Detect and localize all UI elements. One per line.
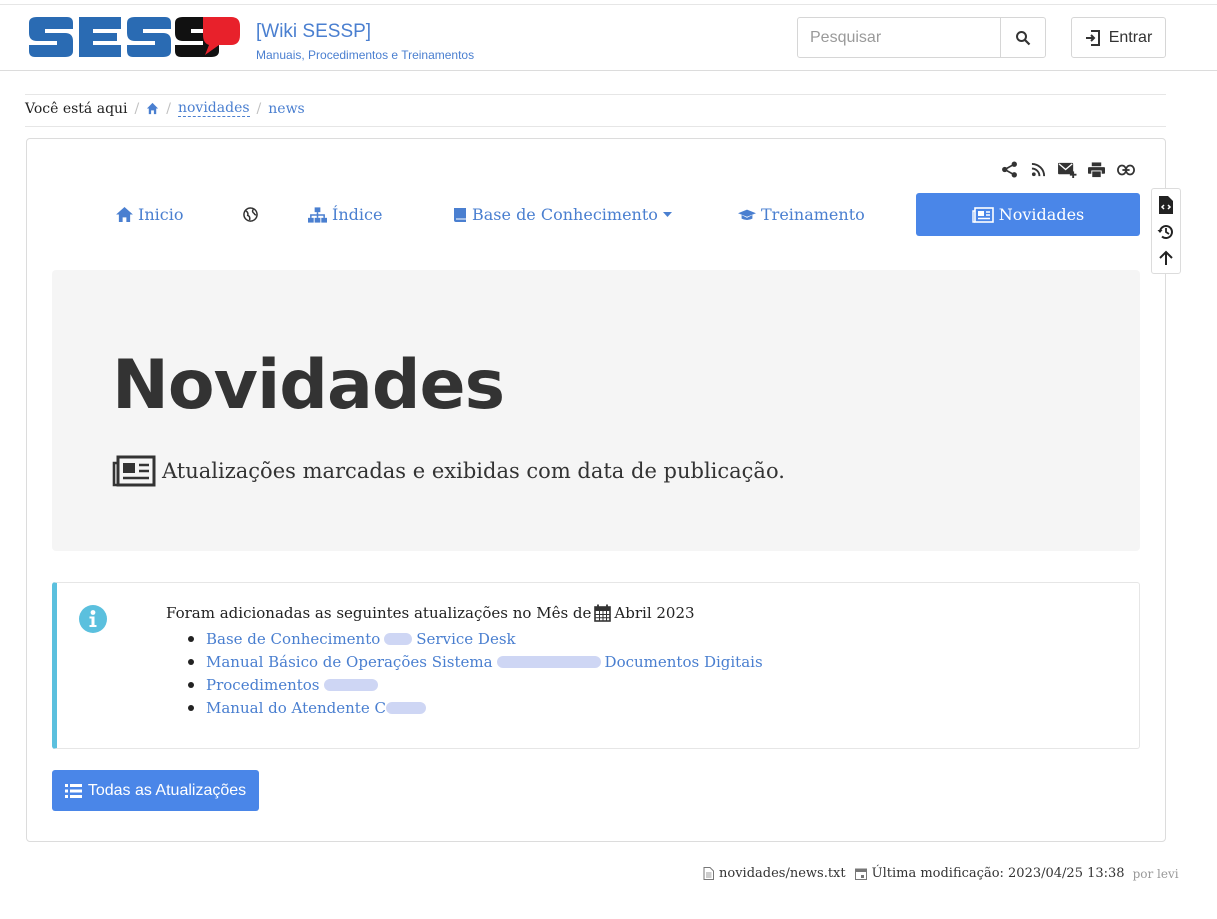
update-item-suffix: Documentos Digitais	[604, 652, 763, 671]
home-icon[interactable]	[146, 102, 159, 115]
nav-item-indice[interactable]: Índice	[308, 193, 382, 236]
breadcrumb-separator: /	[166, 100, 171, 117]
hero-subtitle-text: Atualizações marcadas e exibidas com dat…	[162, 459, 785, 483]
globe-icon	[243, 207, 258, 222]
footer-last-modified: Última modificação: 2023/04/25 13:38	[871, 866, 1125, 881]
footer-file: novidades/news.txt	[719, 866, 846, 881]
history-icon[interactable]	[1157, 223, 1175, 241]
breadcrumb-item-news[interactable]: news	[268, 101, 304, 117]
login-button[interactable]: Entrar	[1071, 17, 1166, 58]
update-item-procedimentos[interactable]: Procedimentos	[188, 673, 763, 696]
link-icon[interactable]	[1116, 160, 1135, 179]
print-icon[interactable]	[1087, 160, 1106, 179]
footer-author: por levi	[1132, 866, 1179, 881]
site-tagline: Manuais, Procedimentos e Treinamentos	[256, 48, 475, 62]
nav-item-base-conhecimento[interactable]: Base de Conhecimento	[453, 193, 672, 236]
nav-item-inicio[interactable]: Inicio	[116, 193, 183, 236]
breadcrumb: Você está aqui / / novidades / news	[25, 100, 305, 117]
calendar-icon	[854, 868, 867, 880]
breadcrumb-top-divider	[25, 94, 1166, 95]
search-icon	[1016, 30, 1031, 45]
update-item-base-conhecimento[interactable]: Base de Conhecimento Service Desk	[188, 627, 763, 650]
home-icon	[116, 207, 133, 222]
sitemap-icon	[308, 206, 327, 223]
nav-label-base-conhecimento: Base de Conhecimento	[472, 205, 658, 224]
graduation-cap-icon	[738, 209, 756, 220]
update-item-label: Base de Conhecimento	[206, 629, 381, 648]
search-button[interactable]	[1000, 17, 1046, 58]
update-item-label: Manual do Atendente C	[206, 698, 386, 717]
source-icon[interactable]	[1158, 196, 1174, 215]
breadcrumb-separator: /	[134, 100, 140, 117]
nav-label-treinamento: Treinamento	[761, 205, 865, 224]
nav-item-language[interactable]	[243, 193, 258, 236]
breadcrumb-item-novidades[interactable]: novidades	[177, 100, 250, 117]
redacted-text	[385, 701, 426, 714]
nav-label-indice: Índice	[332, 205, 383, 224]
update-item-manual-atendente[interactable]: Manual do Atendente C	[188, 696, 763, 719]
caret-down-icon	[662, 211, 672, 217]
search-input[interactable]	[797, 17, 1001, 58]
page-title: Novidades	[112, 346, 505, 425]
list-icon	[64, 783, 82, 798]
newspaper-icon	[112, 455, 156, 487]
nav-item-treinamento[interactable]: Treinamento	[738, 193, 865, 236]
hero-subtitle: Atualizações marcadas e exibidas com dat…	[112, 455, 785, 487]
info-intro-text: Foram adicionadas as seguintes atualizaç…	[166, 604, 592, 622]
login-label: Entrar	[1108, 28, 1153, 46]
page-tools	[1000, 160, 1135, 179]
redacted-text	[496, 655, 601, 668]
share-icon[interactable]	[1000, 160, 1019, 179]
all-updates-button[interactable]: Todas as Atualizações	[52, 770, 259, 811]
file-icon	[703, 867, 714, 880]
book-icon	[454, 207, 466, 222]
breadcrumb-separator: /	[256, 100, 262, 117]
update-item-label: Manual Básico de Operações Sistema	[206, 652, 493, 671]
update-item-suffix: Service Desk	[416, 629, 516, 648]
info-intro: Foram adicionadas as seguintes atualizaç…	[166, 604, 695, 622]
update-item-label: Procedimentos	[206, 675, 320, 694]
redacted-text	[323, 678, 378, 691]
site-header: [Wiki SESSP] Manuais, Procedimentos e Tr…	[0, 5, 1217, 71]
nav-label-novidades: Novidades	[998, 205, 1085, 224]
nav-item-novidades[interactable]: Novidades	[916, 193, 1140, 236]
updates-list: Base de Conhecimento Service Desk Manual…	[188, 627, 763, 719]
login-icon	[1085, 29, 1100, 46]
page-footer: novidades/news.txt Última modificação: 2…	[703, 866, 1179, 881]
nav-label-inicio: Inicio	[138, 205, 184, 224]
page-side-tools	[1151, 188, 1181, 274]
mail-icon[interactable]	[1058, 160, 1077, 179]
back-to-top-icon[interactable]	[1159, 250, 1173, 266]
rss-icon[interactable]	[1029, 160, 1048, 179]
calendar-icon	[594, 604, 612, 622]
info-icon	[79, 605, 107, 633]
breadcrumb-bottom-divider	[25, 126, 1166, 127]
breadcrumb-prefix: Você está aqui	[25, 100, 128, 117]
site-title[interactable]: [Wiki SESSP]	[256, 21, 371, 43]
all-updates-label: Todas as Atualizações	[87, 781, 247, 799]
sessp-logo[interactable]	[27, 15, 241, 59]
update-item-manual-basico[interactable]: Manual Básico de Operações Sistema Docum…	[188, 650, 763, 673]
newspaper-icon	[972, 206, 994, 223]
redacted-text	[384, 632, 413, 645]
info-date: Abril 2023	[614, 604, 695, 622]
